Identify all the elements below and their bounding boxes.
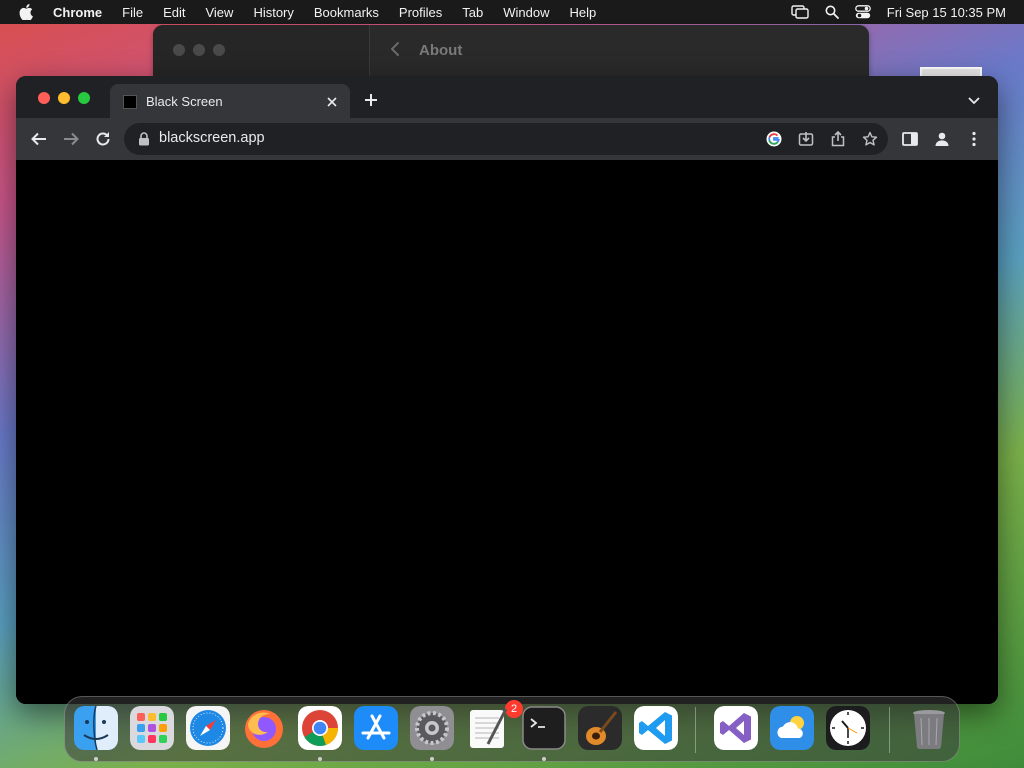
reload-icon[interactable] xyxy=(94,130,112,148)
finder-icon[interactable] xyxy=(74,706,118,750)
dock-separator xyxy=(889,707,890,753)
menu-profiles[interactable]: Profiles xyxy=(399,5,442,20)
visual-studio-icon[interactable] xyxy=(714,706,758,750)
settings-icon[interactable] xyxy=(410,706,454,750)
dock: 2 xyxy=(64,696,960,762)
menu-bar: Chrome File Edit View History Bookmarks … xyxy=(0,0,1024,24)
inactive-zoom-button[interactable] xyxy=(213,44,225,56)
tab-search-chevron-icon[interactable] xyxy=(967,94,981,108)
zoom-window-button[interactable] xyxy=(78,92,90,104)
menu-bar-status-area: Fri Sep 15 10:35 PM xyxy=(775,0,1006,24)
favicon-icon xyxy=(123,95,137,109)
clock-icon[interactable] xyxy=(826,706,870,750)
bookmark-star-icon[interactable] xyxy=(862,131,878,147)
minimize-window-button[interactable] xyxy=(58,92,70,104)
close-window-button[interactable] xyxy=(38,92,50,104)
launchpad-icon[interactable] xyxy=(130,706,174,750)
browser-window: Black Screen blackscreen.app xyxy=(16,76,998,704)
browser-toolbar: blackscreen.app xyxy=(16,118,998,160)
safari-icon[interactable] xyxy=(186,706,230,750)
google-lens-icon[interactable] xyxy=(766,131,782,147)
menu-tab[interactable]: Tab xyxy=(462,5,483,20)
lock-icon[interactable] xyxy=(138,132,150,146)
install-app-icon[interactable] xyxy=(798,131,814,147)
menu-file[interactable]: File xyxy=(122,5,143,20)
running-indicator xyxy=(94,757,98,761)
background-window-title: About xyxy=(419,42,463,59)
tab-black-screen[interactable]: Black Screen xyxy=(110,84,350,118)
close-tab-icon[interactable] xyxy=(324,94,340,110)
inactive-close-button[interactable] xyxy=(173,44,185,56)
share-icon[interactable] xyxy=(830,131,846,147)
back-arrow-icon[interactable] xyxy=(30,130,48,148)
running-indicator xyxy=(318,757,322,761)
terminal-icon[interactable] xyxy=(522,706,566,750)
forward-arrow-icon[interactable] xyxy=(62,130,80,148)
menu-history[interactable]: History xyxy=(253,5,293,20)
dock-separator xyxy=(695,707,696,753)
running-indicator xyxy=(430,757,434,761)
inactive-minimize-button[interactable] xyxy=(193,44,205,56)
screen-mirroring-icon[interactable] xyxy=(791,5,809,19)
menu-help[interactable]: Help xyxy=(570,5,597,20)
chevron-left-icon[interactable] xyxy=(388,41,402,57)
side-panel-icon[interactable] xyxy=(902,131,918,147)
garageband-icon[interactable] xyxy=(578,706,622,750)
menu-bookmarks[interactable]: Bookmarks xyxy=(314,5,379,20)
new-tab-icon[interactable] xyxy=(363,92,379,108)
textedit-icon[interactable] xyxy=(466,706,510,750)
menu-view[interactable]: View xyxy=(205,5,233,20)
background-window[interactable]: About xyxy=(153,25,869,83)
menu-app-chrome[interactable]: Chrome xyxy=(53,5,102,20)
chrome-icon[interactable] xyxy=(298,706,342,750)
trash-icon[interactable] xyxy=(907,706,951,750)
tab-title: Black Screen xyxy=(146,94,223,109)
menu-bar-clock[interactable]: Fri Sep 15 10:35 PM xyxy=(887,5,1006,20)
menu-window[interactable]: Window xyxy=(503,5,549,20)
running-indicator xyxy=(542,757,546,761)
apple-menu-icon[interactable] xyxy=(17,4,35,20)
kebab-menu-icon[interactable] xyxy=(966,131,982,147)
tab-strip: Black Screen xyxy=(16,76,998,118)
menu-edit[interactable]: Edit xyxy=(163,5,185,20)
url-text[interactable]: blackscreen.app xyxy=(159,130,265,146)
profile-avatar-icon[interactable] xyxy=(934,131,950,147)
spotlight-search-icon[interactable] xyxy=(825,5,839,19)
background-window-sidebar xyxy=(153,25,370,83)
page-content[interactable] xyxy=(16,160,998,704)
firefox-icon[interactable] xyxy=(242,706,286,750)
background-window-traffic-lights xyxy=(173,44,233,56)
address-bar[interactable]: blackscreen.app xyxy=(124,123,888,155)
weather-icon[interactable] xyxy=(770,706,814,750)
vscode-icon[interactable] xyxy=(634,706,678,750)
control-center-icon[interactable] xyxy=(854,5,871,19)
app-store-icon[interactable] xyxy=(354,706,398,750)
